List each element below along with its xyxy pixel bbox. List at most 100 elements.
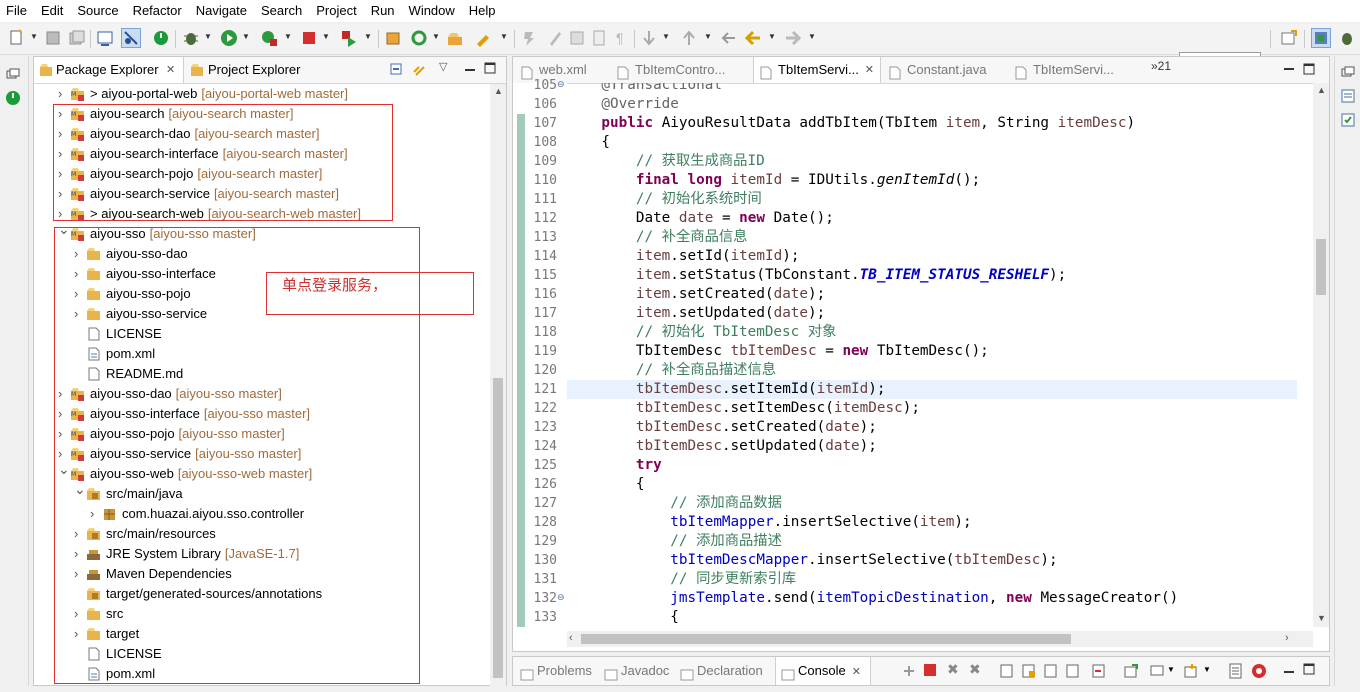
view-tab-javadoc[interactable]: Javadoc bbox=[599, 657, 673, 685]
word-wrap-icon[interactable] bbox=[1043, 663, 1059, 679]
tab-overflow-button[interactable]: »21 bbox=[1151, 59, 1171, 73]
scroll-thumb[interactable] bbox=[493, 378, 503, 678]
open-perspective-icon[interactable] bbox=[1280, 29, 1298, 47]
run-external-tool-icon[interactable] bbox=[260, 29, 278, 47]
clear-console-icon[interactable] bbox=[999, 663, 1015, 679]
maximize-icon[interactable] bbox=[1303, 663, 1315, 675]
scroll-up-icon[interactable]: ▲ bbox=[1317, 85, 1326, 95]
minimize-icon[interactable] bbox=[464, 65, 476, 75]
menu-navigate[interactable]: Navigate bbox=[190, 0, 255, 22]
show-whitespace-icon[interactable]: ¶ bbox=[616, 30, 624, 46]
new-dropdown-icon[interactable]: ▼ bbox=[30, 32, 38, 41]
scroll-lock-icon[interactable] bbox=[1021, 663, 1037, 679]
forward-icon[interactable] bbox=[784, 29, 802, 47]
menu-window[interactable]: Window bbox=[403, 0, 463, 22]
stop-icon[interactable] bbox=[300, 29, 318, 47]
next-annotation-dropdown-icon[interactable]: ▼ bbox=[662, 32, 670, 41]
outline-icon[interactable] bbox=[1229, 663, 1243, 679]
minimize-icon[interactable] bbox=[1283, 63, 1295, 78]
tree-scrollbar[interactable]: ▲ bbox=[490, 84, 506, 686]
editor-tab[interactable]: Constant.java bbox=[883, 57, 1007, 83]
new-server-icon[interactable] bbox=[384, 29, 402, 47]
coverage-icon[interactable] bbox=[340, 29, 358, 47]
edit-icon[interactable] bbox=[546, 29, 564, 47]
pin-icon[interactable] bbox=[1123, 663, 1139, 679]
annotation-icon[interactable] bbox=[520, 29, 538, 47]
scroll-down-icon[interactable]: ▼ bbox=[1317, 613, 1326, 623]
save-all-icon[interactable] bbox=[68, 29, 86, 47]
coverage-dropdown-icon[interactable]: ▼ bbox=[364, 32, 372, 41]
back-dropdown-icon[interactable]: ▼ bbox=[768, 32, 776, 41]
previous-annotation-dropdown-icon[interactable]: ▼ bbox=[704, 32, 712, 41]
terminal-icon[interactable] bbox=[96, 29, 114, 47]
java-ee-perspective-icon[interactable] bbox=[1311, 28, 1331, 48]
fold-toggle-icon[interactable]: ⊖ bbox=[557, 592, 565, 603]
display-console-dropdown-icon[interactable]: ▼ bbox=[1167, 665, 1175, 674]
save-icon[interactable] bbox=[44, 29, 62, 47]
previous-annotation-icon[interactable] bbox=[680, 29, 698, 47]
at-icon[interactable] bbox=[1251, 663, 1267, 679]
open-console-icon[interactable] bbox=[1183, 663, 1199, 679]
menu-file[interactable]: File bbox=[0, 0, 35, 22]
remove-all-icon[interactable]: ✖ bbox=[969, 661, 981, 678]
block-selection-icon[interactable] bbox=[590, 29, 608, 47]
run-dropdown-icon[interactable]: ▼ bbox=[242, 32, 250, 41]
skip-breakpoints-icon[interactable] bbox=[121, 28, 141, 48]
minimize-icon[interactable] bbox=[1283, 667, 1295, 677]
view-tab-console[interactable]: Console ✕ bbox=[775, 657, 871, 685]
collapsed-twisty-icon[interactable]: › bbox=[58, 84, 68, 104]
outline-view-icon[interactable] bbox=[1340, 88, 1356, 104]
run-icon[interactable] bbox=[220, 29, 238, 47]
editor-tab[interactable]: TbItemServi... ✕ bbox=[753, 57, 881, 83]
menu-search[interactable]: Search bbox=[255, 0, 310, 22]
fold-toggle-icon[interactable]: ⊖ bbox=[557, 79, 565, 90]
pin-console-icon[interactable] bbox=[901, 663, 917, 679]
tab-package-explorer[interactable]: Package Explorer ✕ bbox=[34, 57, 184, 83]
scroll-up-icon[interactable]: ▲ bbox=[494, 86, 503, 96]
show-console-stdout-icon[interactable] bbox=[1065, 663, 1081, 679]
close-icon[interactable]: ✕ bbox=[852, 666, 861, 678]
editor-horizontal-scrollbar[interactable]: ‹ › bbox=[567, 631, 1313, 647]
view-tab-problems[interactable]: Problems bbox=[515, 657, 597, 685]
open-type-icon[interactable] bbox=[446, 29, 464, 47]
power-icon[interactable] bbox=[152, 29, 170, 47]
scroll-right-icon[interactable]: › bbox=[1285, 632, 1289, 644]
task-dropdown-icon[interactable]: ▼ bbox=[500, 32, 508, 41]
scroll-thumb[interactable] bbox=[1316, 239, 1326, 295]
restore-icon[interactable] bbox=[6, 68, 20, 80]
editor-tab[interactable]: TbItemServi... bbox=[1009, 57, 1141, 83]
servers-view-icon[interactable] bbox=[5, 90, 21, 106]
back-icon[interactable] bbox=[744, 29, 762, 47]
menu-run[interactable]: Run bbox=[365, 0, 403, 22]
tab-project-explorer[interactable]: Project Explorer bbox=[186, 57, 356, 83]
editor-tab[interactable]: TbItemContro... bbox=[611, 57, 751, 83]
code-text-area[interactable]: @Transactional @Override public AiyouRes… bbox=[567, 83, 1297, 627]
open-console-dropdown-icon[interactable]: ▼ bbox=[1203, 665, 1211, 674]
restore-icon[interactable] bbox=[1341, 66, 1355, 78]
scroll-left-icon[interactable]: ‹ bbox=[569, 632, 573, 644]
toggle-mark-icon[interactable] bbox=[568, 29, 586, 47]
remove-launch-icon[interactable]: ✖ bbox=[947, 661, 959, 678]
debug-perspective-icon[interactable] bbox=[1338, 29, 1356, 47]
view-tab-declaration[interactable]: Declaration bbox=[675, 657, 773, 685]
external-tools-dropdown-icon[interactable]: ▼ bbox=[284, 32, 292, 41]
editor-vertical-scrollbar[interactable]: ▲ ▼ bbox=[1313, 83, 1329, 627]
display-console-icon[interactable] bbox=[1149, 663, 1165, 679]
forward-dropdown-icon[interactable]: ▼ bbox=[808, 32, 816, 41]
maximize-icon[interactable] bbox=[1303, 63, 1315, 78]
open-task-icon[interactable] bbox=[474, 29, 492, 47]
debug-icon[interactable] bbox=[182, 29, 200, 47]
last-edit-location-icon[interactable] bbox=[720, 29, 738, 47]
scroll-thumb[interactable] bbox=[581, 634, 1071, 644]
task-list-view-icon[interactable] bbox=[1340, 112, 1356, 128]
debug-dropdown-icon[interactable]: ▼ bbox=[204, 32, 212, 41]
next-annotation-icon[interactable] bbox=[640, 29, 658, 47]
close-icon[interactable]: ✕ bbox=[166, 57, 175, 83]
menu-refactor[interactable]: Refactor bbox=[127, 0, 190, 22]
menu-project[interactable]: Project bbox=[310, 0, 364, 22]
menu-source[interactable]: Source bbox=[71, 0, 126, 22]
close-icon[interactable]: ✕ bbox=[865, 57, 874, 83]
maximize-icon[interactable] bbox=[484, 62, 496, 74]
tree-item[interactable]: › M > aiyou-portal-web [aiyou-portal-web ma… bbox=[34, 84, 484, 104]
stop-dropdown-icon[interactable]: ▼ bbox=[322, 32, 330, 41]
